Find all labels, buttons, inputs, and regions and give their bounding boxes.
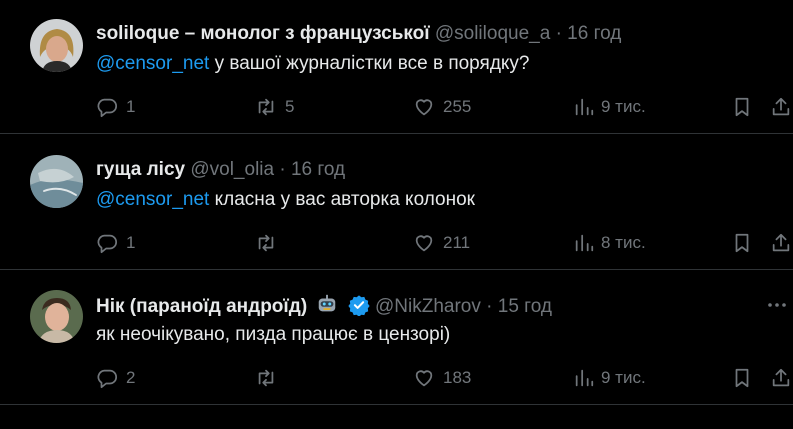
separator: ·	[486, 296, 493, 317]
views-button[interactable]: 9 тис.	[573, 93, 646, 121]
more-button[interactable]	[765, 293, 789, 317]
tweet[interactable]: soliloque – монолог з французської @soli…	[0, 0, 793, 134]
bookmark-icon	[735, 97, 749, 117]
reply-icon	[97, 369, 118, 389]
author-name[interactable]: Нік (параноїд андроїд)	[96, 296, 307, 317]
avatar[interactable]	[30, 19, 83, 72]
reply-icon	[97, 98, 118, 118]
reply-icon	[97, 234, 118, 254]
views-icon	[575, 369, 594, 387]
avatar[interactable]	[30, 290, 83, 343]
views-button[interactable]: 8 тис.	[573, 229, 646, 257]
tweet-body: класна у вас авторка колонок	[209, 189, 475, 210]
timestamp[interactable]: 15 год	[498, 296, 552, 317]
more-icon	[768, 303, 786, 307]
like-count: 255	[443, 97, 472, 116]
like-button[interactable]: 255	[413, 93, 471, 121]
author-handle[interactable]: @NikZharov	[375, 296, 481, 317]
author-name[interactable]: soliloque – монолог з французської	[96, 23, 430, 44]
robot-emoji	[316, 293, 338, 322]
like-count: 183	[443, 368, 472, 387]
heart-icon	[415, 99, 433, 116]
share-icon	[772, 97, 790, 116]
tweet-text: як неочікувано, пизда працює в цензорі)	[96, 322, 450, 348]
timestamp[interactable]: 16 год	[567, 23, 621, 44]
bookmark-button[interactable]	[731, 364, 753, 392]
retweet-button[interactable]	[255, 229, 285, 257]
share-button[interactable]	[770, 364, 792, 392]
tweet-header: Нік (параноїд андроїд) @NikZharov · 15 г…	[96, 293, 552, 323]
retweet-button[interactable]	[255, 364, 285, 392]
author-name[interactable]: гуща лісу	[96, 159, 185, 180]
mention-link[interactable]: @censor_net	[96, 53, 209, 74]
reply-count: 1	[126, 233, 136, 252]
tweet-body: у вашої журналістки все в порядку?	[209, 53, 530, 74]
reply-button[interactable]: 1	[96, 229, 135, 257]
retweet-count: 5	[285, 97, 295, 116]
bookmark-icon	[735, 233, 749, 253]
verified-badge-icon[interactable]	[348, 294, 370, 323]
tweet-text: @censor_net класна у вас авторка колонок	[96, 187, 475, 213]
views-icon	[575, 98, 594, 116]
views-button[interactable]: 9 тис.	[573, 364, 646, 392]
tweet-header: гуща лісу @vol_olia · 16 год	[96, 158, 345, 182]
like-button[interactable]: 211	[413, 229, 470, 257]
author-handle[interactable]: @soliloque_a	[435, 23, 550, 44]
views-icon	[575, 234, 594, 252]
share-button[interactable]	[770, 229, 792, 257]
share-icon	[772, 368, 790, 387]
reply-count: 2	[126, 368, 136, 387]
share-icon	[772, 233, 790, 252]
timestamp[interactable]: 16 год	[291, 159, 345, 180]
separator: ·	[279, 159, 286, 180]
retweet-icon	[258, 369, 274, 387]
views-count: 9 тис.	[601, 368, 646, 387]
like-count: 211	[443, 233, 471, 252]
mention-link[interactable]: @censor_net	[96, 189, 209, 210]
reply-button[interactable]: 1	[96, 93, 135, 121]
views-count: 8 тис.	[601, 233, 646, 252]
action-bar: 2 183 9 тис.	[0, 364, 793, 392]
bookmark-button[interactable]	[731, 229, 753, 257]
action-bar: 1 211 8 тис.	[0, 229, 793, 257]
separator: ·	[555, 23, 562, 44]
retweet-button[interactable]: 5	[255, 93, 294, 121]
tweet-body: як неочікувано, пизда працює в цензорі)	[96, 324, 451, 345]
heart-icon	[415, 370, 433, 387]
share-button[interactable]	[770, 93, 792, 121]
views-count: 9 тис.	[601, 97, 646, 116]
retweet-icon	[258, 234, 274, 252]
action-bar: 1 5 255 9 тис.	[0, 93, 793, 121]
heart-icon	[415, 235, 433, 252]
bookmark-button[interactable]	[731, 93, 753, 121]
reply-count: 1	[126, 97, 136, 116]
tweet[interactable]: гуща лісу @vol_olia · 16 год @censor_net…	[0, 136, 793, 270]
retweet-icon	[258, 98, 274, 116]
author-handle[interactable]: @vol_olia	[190, 159, 274, 180]
tweet-text: @censor_net у вашої журналістки все в по…	[96, 51, 530, 77]
reply-button[interactable]: 2	[96, 364, 135, 392]
bookmark-icon	[735, 368, 749, 388]
tweet-header: soliloque – монолог з французської @soli…	[96, 22, 621, 46]
avatar[interactable]	[30, 155, 83, 208]
like-button[interactable]: 183	[413, 364, 471, 392]
tweet[interactable]: Нік (параноїд андроїд) @NikZharov · 15 г…	[0, 271, 793, 405]
